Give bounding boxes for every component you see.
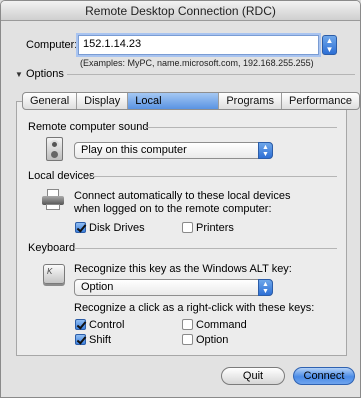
keyboard-section-label: Keyboard	[28, 242, 76, 254]
command-label[interactable]: Command	[196, 319, 247, 331]
quit-button[interactable]: Quit	[221, 367, 285, 385]
devices-description-line2: when logged on to the remote computer:	[74, 203, 272, 215]
disk-drives-checkbox[interactable]	[75, 222, 86, 233]
computer-label: Computer:	[26, 39, 78, 51]
computer-examples-hint: (Examples: MyPC, name.microsoft.com, 192…	[80, 58, 314, 68]
option-checkbox[interactable]	[182, 334, 193, 345]
tab-performance[interactable]: Performance	[282, 93, 359, 109]
shift-label[interactable]: Shift	[89, 334, 111, 346]
printers-checkbox[interactable]	[182, 222, 193, 233]
options-divider	[67, 74, 355, 75]
command-checkbox[interactable]	[182, 319, 193, 330]
sound-divider	[145, 127, 337, 128]
key-icon: K	[43, 264, 65, 284]
control-label[interactable]: Control	[89, 319, 124, 331]
computer-history-button[interactable]: ▲ ▼	[322, 35, 337, 55]
sound-select[interactable]: Play on this computer ▲ ▼	[74, 142, 273, 159]
window-title: Remote Desktop Connection (RDC)	[85, 4, 276, 18]
devices-description-line1: Connect automatically to these local dev…	[74, 190, 291, 202]
printers-label[interactable]: Printers	[196, 222, 234, 234]
title-bar[interactable]: Remote Desktop Connection (RDC)	[1, 1, 360, 21]
tab-local-resources[interactable]: Local Resources	[128, 93, 220, 109]
speaker-icon	[46, 137, 63, 161]
alt-key-prompt: Recognize this key as the Windows ALT ke…	[74, 263, 292, 275]
printer-icon	[41, 189, 65, 211]
shift-checkbox[interactable]	[75, 334, 86, 345]
chevron-updown-icon: ▲ ▼	[258, 142, 273, 159]
tab-general[interactable]: General	[23, 93, 78, 109]
tab-display[interactable]: Display	[77, 93, 129, 109]
rdc-window: Remote Desktop Connection (RDC) Computer…	[0, 0, 361, 398]
devices-divider	[89, 176, 337, 177]
alt-key-select-value: Option	[81, 281, 114, 293]
disclosure-triangle-icon[interactable]: ▼	[15, 70, 23, 79]
keyboard-divider	[74, 248, 337, 249]
tab-bar: General Display Local Resources Programs…	[22, 92, 360, 110]
option-label[interactable]: Option	[196, 334, 228, 346]
sound-select-value: Play on this computer	[81, 144, 187, 156]
devices-section-label: Local devices	[28, 170, 95, 182]
control-checkbox[interactable]	[75, 319, 86, 330]
sound-section-label: Remote computer sound	[28, 121, 149, 133]
connect-button[interactable]: Connect	[293, 367, 355, 385]
options-disclosure-label[interactable]: Options	[26, 68, 64, 80]
computer-input[interactable]: 152.1.14.23	[78, 35, 319, 55]
chevron-updown-icon: ▲ ▼	[325, 36, 334, 54]
chevron-updown-icon: ▲ ▼	[258, 279, 273, 296]
tab-programs[interactable]: Programs	[219, 93, 283, 109]
right-click-prompt: Recognize a click as a right-click with …	[74, 302, 315, 314]
disk-drives-label[interactable]: Disk Drives	[89, 222, 145, 234]
alt-key-select[interactable]: Option ▲ ▼	[74, 279, 273, 296]
